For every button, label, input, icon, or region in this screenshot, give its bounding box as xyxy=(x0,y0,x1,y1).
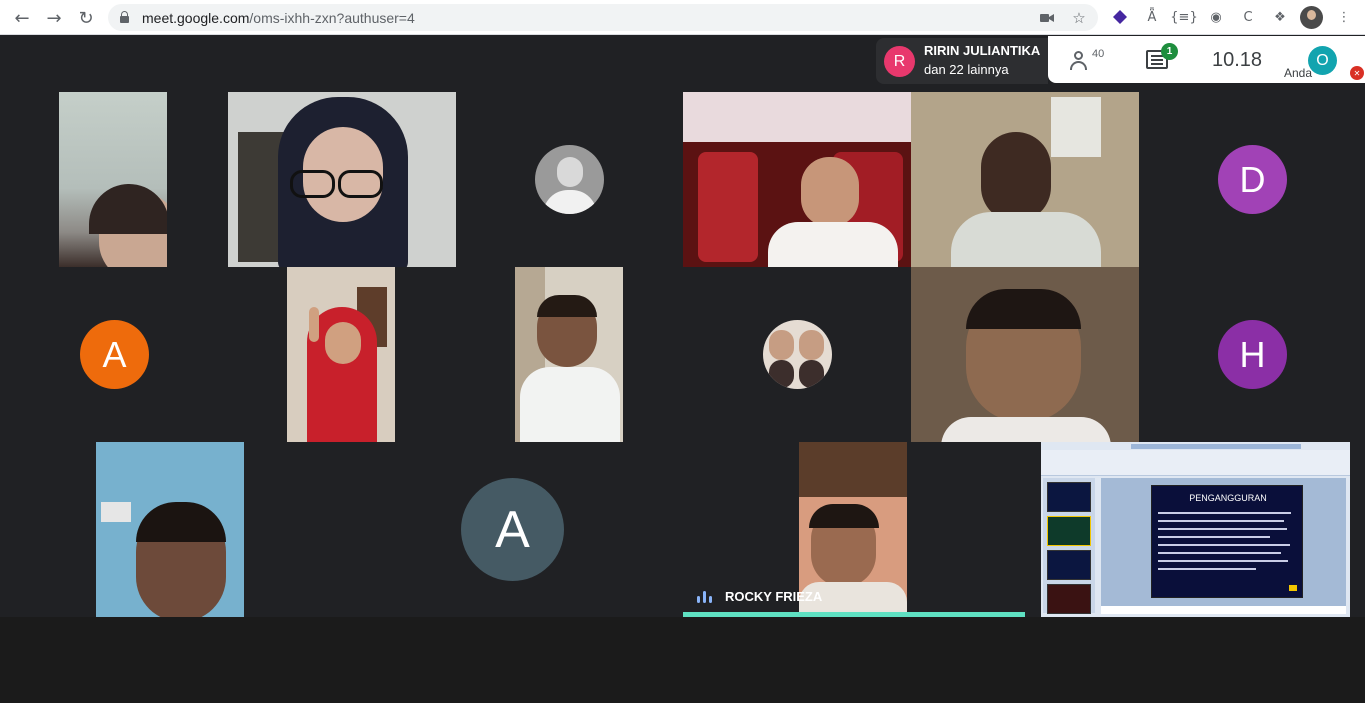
meet-controls: 40 1 10.18 Anda O ✕ xyxy=(1048,36,1365,83)
ribbon xyxy=(1041,450,1350,476)
profile-avatar[interactable] xyxy=(1300,6,1323,29)
participant-avatar[interactable]: A xyxy=(80,320,149,389)
slide-thumbnails xyxy=(1043,478,1095,614)
presenter-name: RIRIN JULIANTIKA xyxy=(924,43,1041,58)
participant-grid: D A H A ROCKY FRIEZA PENGANGGURAN xyxy=(0,92,1365,617)
slide: PENGANGGURAN xyxy=(1151,485,1303,598)
participant-photo[interactable] xyxy=(535,145,604,214)
mic-muted-icon: ✕ xyxy=(1350,66,1364,80)
purple-extension-icon[interactable] xyxy=(1110,7,1130,27)
bottom-area xyxy=(0,617,1365,703)
shield-extension-icon[interactable]: ◉ xyxy=(1206,7,1226,27)
participant-video[interactable] xyxy=(228,92,456,267)
chat-badge: 1 xyxy=(1161,43,1178,60)
slide-bullets xyxy=(1158,512,1298,576)
reload-icon[interactable]: ↻ xyxy=(74,6,98,30)
participants-button[interactable]: 40 xyxy=(1068,48,1104,74)
participant-video[interactable] xyxy=(96,442,244,617)
participant-photo[interactable] xyxy=(763,320,832,389)
presenter-avatar: R xyxy=(884,46,915,77)
participant-avatar[interactable]: A xyxy=(461,478,564,581)
speaker-name-bar: ROCKY FRIEZA xyxy=(683,579,1025,617)
meet-top-bar: R RIRIN JULIANTIKA dan 22 lainnya 40 1 1… xyxy=(0,36,1365,92)
participant-video[interactable] xyxy=(59,92,167,267)
text-extension-icon[interactable]: Ǟ xyxy=(1142,7,1162,27)
screen-share-presentation[interactable]: PENGANGGURAN xyxy=(1041,442,1350,617)
participant-video[interactable] xyxy=(515,267,623,442)
meeting-time: 10.18 xyxy=(1212,49,1263,71)
presenter-subtitle: dan 22 lainnya xyxy=(924,62,1009,77)
menu-kebab-icon[interactable]: ⋮ xyxy=(1334,7,1354,27)
forward-arrow-icon[interactable]: → xyxy=(42,6,66,30)
star-icon[interactable]: ☆ xyxy=(1069,8,1089,28)
browser-toolbar: ← → ↻ meet.google.com/oms-ixhh-zxn?authu… xyxy=(0,0,1365,35)
slide-title: PENGANGGURAN xyxy=(1189,493,1267,503)
self-view[interactable]: Anda O ✕ xyxy=(1280,36,1365,83)
window-title-bar xyxy=(1131,444,1301,449)
puzzle-icon[interactable]: ❖ xyxy=(1270,7,1290,27)
participant-video[interactable] xyxy=(911,92,1139,267)
participant-avatar[interactable]: H xyxy=(1218,320,1287,389)
url-text: meet.google.com/oms-ixhh-zxn?authuser=4 xyxy=(142,10,415,26)
participant-avatar[interactable]: D xyxy=(1218,145,1287,214)
people-icon xyxy=(1074,51,1083,60)
presenter-info[interactable]: R RIRIN JULIANTIKA dan 22 lainnya xyxy=(876,38,1048,84)
lock-icon xyxy=(120,11,129,23)
address-bar[interactable]: meet.google.com/oms-ixhh-zxn?authuser=4 … xyxy=(108,4,1098,31)
camera-icon[interactable] xyxy=(1037,8,1057,28)
speaking-indicator-icon xyxy=(697,591,713,603)
slide-corner-mark xyxy=(1289,585,1297,591)
participant-video[interactable] xyxy=(911,267,1139,442)
notes-pane xyxy=(1101,606,1346,614)
slide-canvas: PENGANGGURAN xyxy=(1101,478,1346,606)
participant-video[interactable] xyxy=(287,267,395,442)
speaker-name: ROCKY FRIEZA xyxy=(725,589,823,604)
self-label: Anda xyxy=(1284,66,1313,80)
back-arrow-icon[interactable]: ← xyxy=(10,6,34,30)
self-avatar: O xyxy=(1308,46,1337,75)
c-extension-icon[interactable]: C xyxy=(1238,7,1258,27)
participant-video[interactable] xyxy=(683,92,911,267)
code-extension-icon[interactable]: {≡} xyxy=(1170,7,1197,27)
participants-count: 40 xyxy=(1092,48,1105,60)
